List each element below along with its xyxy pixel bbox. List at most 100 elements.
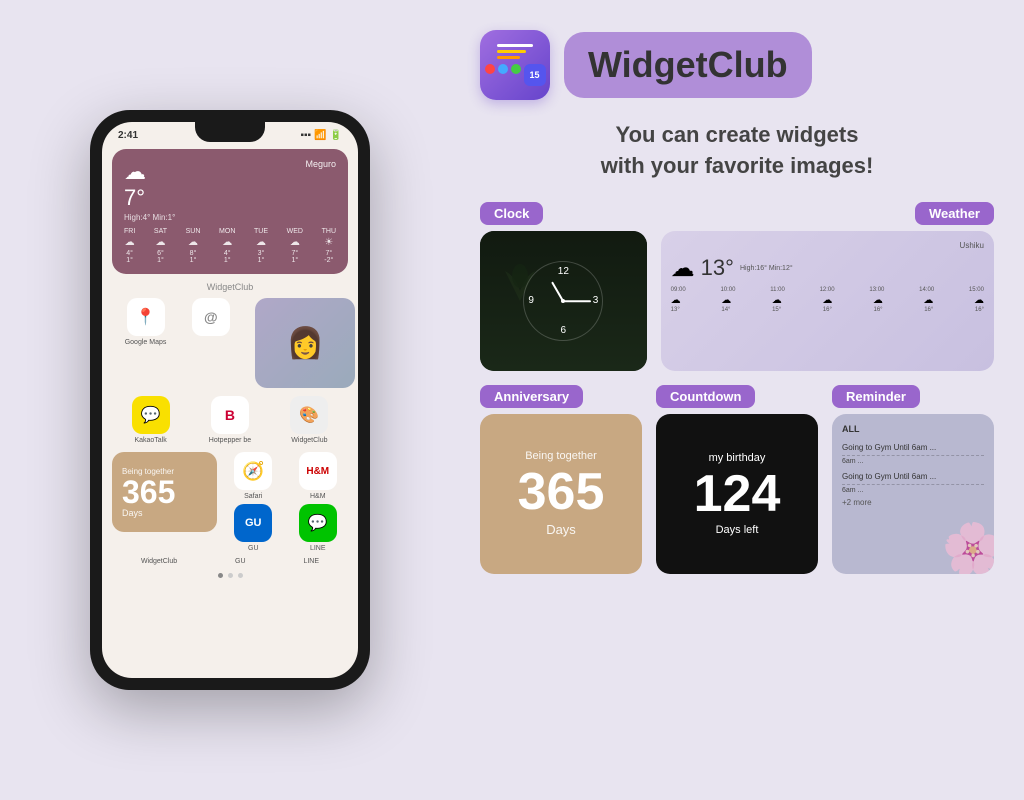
weather-preview-temps-row: 13°14°15°16°16°16°16° <box>671 307 984 313</box>
signal-icon: ▪▪▪ <box>300 130 311 141</box>
right-section: 15 WidgetClub You can create widgets wit… <box>460 0 1024 800</box>
phone-content: ☁ 7° High:4° Min:1° Meguro FRI☁4°1° SAT☁… <box>102 145 358 582</box>
ww-time-2: 11:00 <box>770 287 785 293</box>
clock-bg: 12 3 6 9 <box>480 231 647 371</box>
weather-day-thu: THU☀7°-2° <box>322 228 336 264</box>
clock-center-dot <box>561 299 565 303</box>
weather-widget-preview: Ushiku ☁ 13° High:16° Min:12° 09:00 10:0… <box>661 231 994 371</box>
phone-ann-days: Days <box>122 508 207 518</box>
top-labels-row: Clock Weather <box>480 202 994 225</box>
dot-blue <box>498 64 508 74</box>
dot-2 <box>228 573 233 578</box>
icon-line-1 <box>497 44 533 47</box>
phone-app-circle2[interactable]: @ <box>192 298 230 388</box>
gu-icon: GU <box>234 504 272 542</box>
phone-right-icons: 🧭 Safari H&M H&M GU GU 💬 <box>223 452 348 552</box>
clock-widget-preview: 12 3 6 9 <box>480 231 647 371</box>
widgetclub2-icon: 🎨 <box>290 396 328 434</box>
reminder-preview-title: ALL <box>842 424 984 434</box>
phone-weather-cloud-icon: ☁ <box>124 159 175 185</box>
reminder-item-0-sub: 6am ... <box>842 458 984 465</box>
clock-3: 3 <box>593 295 599 306</box>
app-icon-dots: 15 <box>485 64 546 86</box>
phone-app-maps[interactable]: 📍 Google Maps <box>125 298 167 388</box>
phone-app-kakaotalk[interactable]: 💬 KakaoTalk <box>132 396 170 444</box>
clock-widget-label: Clock <box>480 202 543 225</box>
phone-app-hotpepper[interactable]: B Hotpepper be <box>209 396 251 444</box>
reminder-widget-label: Reminder <box>832 385 920 408</box>
phone-app-gu[interactable]: GU GU <box>223 504 284 552</box>
phone-weather-highmin: High:4° Min:1° <box>124 213 175 222</box>
clock-label-col: Clock <box>480 202 647 225</box>
photo-image: 👩 <box>255 298 355 388</box>
phone-bottom-gu[interactable]: GU <box>235 558 246 565</box>
phone-bottom-row: Being together 365 Days 🧭 Safari H&M H&M <box>112 452 348 552</box>
phone-app-icons-row2: 💬 KakaoTalk B Hotpepper be 🎨 WidgetClub <box>112 396 348 444</box>
clock-9: 9 <box>528 295 534 306</box>
wifi-icon: 📶 <box>314 130 326 141</box>
reminder-widget-section: ALL Going to Gym Until 6am ... 6am ... G… <box>832 414 994 574</box>
phone-app-hm[interactable]: H&M H&M <box>288 452 349 500</box>
dot-1 <box>218 573 223 578</box>
app-name: WidgetClub <box>588 44 788 86</box>
anniversary-label-col: Anniversary <box>480 385 642 408</box>
battery-icon: 🔋 <box>330 130 342 141</box>
left-section: 2:41 ▪▪▪ 📶 🔋 ☁ 7° High:4° Min:1° <box>0 0 460 800</box>
hm-icon: H&M <box>299 452 337 490</box>
weather-day-sat: SAT☁6°1° <box>154 228 167 264</box>
countdown-preview-days: Days left <box>716 524 759 536</box>
weather-day-tue: TUE☁3°1° <box>254 228 268 264</box>
anniversary-widget-preview: Being together 365 Days <box>480 414 642 574</box>
phone-bottom-icons: WidgetClub GU LINE <box>112 558 348 565</box>
phone-app-safari[interactable]: 🧭 Safari <box>223 452 284 500</box>
kakaotalk-label: KakaoTalk <box>134 437 166 444</box>
app-tagline: You can create widgets with your favorit… <box>480 120 994 182</box>
reminder-item-0: Going to Gym Until 6am ... <box>842 440 984 456</box>
app-name-container: WidgetClub <box>564 32 812 98</box>
phone-bottom-line[interactable]: LINE <box>303 558 319 565</box>
status-icons: ▪▪▪ 📶 🔋 <box>300 130 342 141</box>
weather-preview-times: 09:00 10:00 11:00 12:00 13:00 14:00 15:0… <box>671 287 984 293</box>
bottom-line-label: LINE <box>303 558 319 565</box>
anniversary-widget-section: Being together 365 Days <box>480 414 642 574</box>
bottom-previews-row: Being together 365 Days my birthday 124 … <box>480 414 994 574</box>
phone-app-icons-row1: 📍 Google Maps @ 👩 <box>112 298 348 388</box>
safari-icon: 🧭 <box>234 452 272 490</box>
weather-preview-highlow: High:16° Min:12° <box>740 265 793 272</box>
dot-red <box>485 64 495 74</box>
line-label: LINE <box>310 545 326 552</box>
clock-minute-hand <box>563 300 591 302</box>
countdown-widget-label: Countdown <box>656 385 755 408</box>
reminder-widget-preview: ALL Going to Gym Until 6am ... 6am ... G… <box>832 414 994 574</box>
pagination-dots <box>112 573 348 578</box>
phone-notch <box>195 122 265 142</box>
phone-ann-number: 365 <box>122 476 207 508</box>
bottom-gu-label: GU <box>235 558 246 565</box>
tagline-line1: You can create widgets <box>616 122 859 147</box>
app-badge-15: 15 <box>524 64 546 86</box>
photo-placeholder-area: 👩 <box>255 298 335 388</box>
reminder-more: +2 more <box>842 498 984 507</box>
widgetclub2-label: WidgetClub <box>291 437 327 444</box>
ann-preview-number: 365 <box>518 466 605 518</box>
phone-weather-temp: 7° <box>124 185 175 211</box>
anniversary-widget-label: Anniversary <box>480 385 583 408</box>
phone-bottom-widgetclub[interactable]: WidgetClub <box>141 558 177 565</box>
phone-weather-widget: ☁ 7° High:4° Min:1° Meguro FRI☁4°1° SAT☁… <box>112 149 348 274</box>
bottom-labels-row: Anniversary Countdown Reminder <box>480 385 994 408</box>
app-header: 15 WidgetClub <box>480 30 994 100</box>
phone-app-line[interactable]: 💬 LINE <box>288 504 349 552</box>
flower-decoration-icon: 🌸 <box>942 520 994 574</box>
weather-preview-main: ☁ 13° High:16° Min:12° <box>671 254 984 283</box>
maps-label: Google Maps <box>125 339 167 346</box>
bottom-widgetclub-label: WidgetClub <box>141 558 177 565</box>
clock-12: 12 <box>558 266 569 277</box>
phone-app-widgetclub2[interactable]: 🎨 WidgetClub <box>290 396 328 444</box>
weather-preview-location: Ushiku <box>671 241 984 250</box>
phone-weather-location: Meguro <box>305 159 336 169</box>
weather-preview-cloud-icon: ☁ <box>671 254 695 283</box>
app-icon-main: 15 <box>480 30 550 100</box>
weather-label-col: Weather <box>661 202 994 225</box>
dot-3 <box>238 573 243 578</box>
maps-icon: 📍 <box>127 298 165 336</box>
